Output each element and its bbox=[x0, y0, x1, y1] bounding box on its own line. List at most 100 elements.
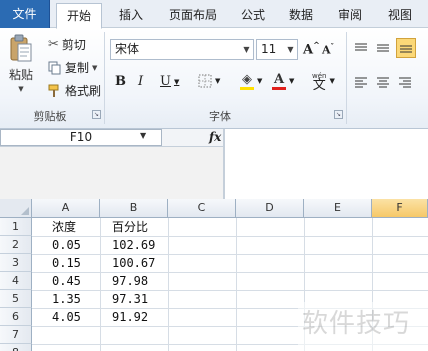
borders-button[interactable]: ▼ bbox=[198, 74, 220, 88]
cell-b1[interactable]: 百分比 bbox=[100, 218, 148, 236]
italic-button[interactable]: I bbox=[138, 74, 143, 89]
tab-page-layout[interactable]: 页面布局 bbox=[162, 3, 224, 28]
font-color-icon: A bbox=[272, 72, 286, 90]
cell-b3[interactable]: 100.67 bbox=[100, 254, 155, 272]
insert-function-icon[interactable]: fx bbox=[209, 130, 221, 144]
underline-dropdown-icon[interactable]: ▼ bbox=[174, 78, 179, 86]
font-name-value: 宋体 bbox=[115, 42, 140, 56]
scissors-icon: ✂ bbox=[48, 37, 59, 52]
watermark: 软件技巧 bbox=[302, 309, 411, 339]
gridline bbox=[32, 236, 428, 237]
clipboard-dialog-launcher-icon[interactable]: ↘ bbox=[92, 110, 101, 119]
cell-a5[interactable]: 1.35 bbox=[32, 290, 81, 308]
gridline bbox=[32, 272, 428, 273]
font-size-select[interactable]: 11 ▼ bbox=[256, 39, 298, 60]
row-header[interactable]: 5 bbox=[0, 290, 32, 308]
underline-button[interactable]: U ▼ bbox=[160, 74, 179, 89]
gridline bbox=[168, 218, 169, 351]
select-all-button[interactable] bbox=[0, 199, 32, 218]
align-middle-icon bbox=[377, 44, 389, 52]
italic-icon: I bbox=[138, 74, 144, 89]
tab-file[interactable]: 文件 bbox=[0, 0, 50, 28]
align-bottom-icon bbox=[400, 45, 412, 53]
copy-button[interactable]: 复制 ▼ bbox=[48, 59, 97, 76]
row-header[interactable]: 7 bbox=[0, 326, 32, 344]
tab-formulas[interactable]: 公式 bbox=[234, 3, 272, 28]
column-header-e[interactable]: E bbox=[304, 199, 372, 218]
phonetic-icon: wén 文 bbox=[312, 72, 327, 93]
align-top-button[interactable] bbox=[354, 42, 368, 54]
align-right-button[interactable] bbox=[398, 76, 412, 88]
format-painter-label: 格式刷 bbox=[65, 84, 102, 98]
fill-color-button[interactable]: ◈ ▼ bbox=[240, 72, 262, 90]
clipboard-icon bbox=[10, 34, 32, 62]
clipboard-group-label: 剪贴板 bbox=[33, 110, 67, 123]
column-header-b[interactable]: B bbox=[100, 199, 168, 218]
cell-a1[interactable]: 浓度 bbox=[32, 218, 76, 236]
font-size-value: 11 bbox=[261, 42, 277, 56]
grow-font-icon: A^ bbox=[303, 40, 320, 58]
cell-b5[interactable]: 97.31 bbox=[100, 290, 148, 308]
row-header[interactable]: 4 bbox=[0, 272, 32, 290]
name-box[interactable]: F10 bbox=[0, 129, 162, 146]
bold-icon: B bbox=[115, 74, 126, 89]
column-header-c[interactable]: C bbox=[168, 199, 236, 218]
fill-color-dropdown-icon[interactable]: ▼ bbox=[257, 77, 262, 85]
cut-label: 剪切 bbox=[61, 38, 86, 52]
row-header[interactable]: 2 bbox=[0, 236, 32, 254]
align-right-icon bbox=[399, 77, 411, 88]
column-header-a[interactable]: A bbox=[32, 199, 100, 218]
row-header[interactable]: 3 bbox=[0, 254, 32, 272]
align-center-icon bbox=[377, 77, 389, 88]
cell-a2[interactable]: 0.05 bbox=[32, 236, 81, 254]
formula-input[interactable] bbox=[224, 129, 428, 199]
row-header[interactable]: 1 bbox=[0, 218, 32, 236]
tab-insert[interactable]: 插入 bbox=[112, 3, 150, 28]
align-center-button[interactable] bbox=[376, 76, 390, 88]
row-header[interactable]: 8 bbox=[0, 344, 32, 351]
formula-bar: F10 ▼ fx bbox=[0, 129, 428, 199]
grow-font-button[interactable]: A^ bbox=[303, 40, 320, 57]
row-header[interactable]: 6 bbox=[0, 308, 32, 326]
tab-data[interactable]: 数据 bbox=[282, 3, 320, 28]
align-top-icon bbox=[355, 43, 367, 51]
cut-button[interactable]: ✂ 剪切 bbox=[48, 36, 86, 53]
paste-button[interactable]: 粘贴 ▼ bbox=[6, 34, 36, 94]
font-dialog-launcher-icon[interactable]: ↘ bbox=[334, 110, 343, 119]
shrink-font-button[interactable]: Aˇ bbox=[322, 42, 334, 57]
column-header-f[interactable]: F bbox=[372, 199, 428, 218]
copy-dropdown-icon[interactable]: ▼ bbox=[92, 64, 97, 72]
phonetic-dropdown-icon[interactable]: ▼ bbox=[329, 77, 334, 85]
font-color-dropdown-icon[interactable]: ▼ bbox=[289, 77, 294, 85]
font-name-select[interactable]: 宋体 ▼ bbox=[110, 39, 254, 60]
borders-icon bbox=[198, 74, 212, 88]
gridline bbox=[32, 290, 428, 291]
paint-bucket-icon: ◈ bbox=[240, 72, 254, 90]
name-box-value: F10 bbox=[69, 130, 93, 144]
align-middle-button[interactable] bbox=[376, 42, 390, 54]
phonetic-button[interactable]: wén 文 ▼ bbox=[312, 72, 335, 93]
font-group-label: 字体 bbox=[209, 110, 231, 123]
cell-b6[interactable]: 91.92 bbox=[100, 308, 148, 326]
align-left-icon bbox=[355, 77, 367, 88]
cell-b2[interactable]: 102.69 bbox=[100, 236, 155, 254]
column-header-d[interactable]: D bbox=[236, 199, 304, 218]
tab-view[interactable]: 视图 bbox=[381, 3, 419, 28]
cell-a6[interactable]: 4.05 bbox=[32, 308, 81, 326]
cell-a4[interactable]: 0.45 bbox=[32, 272, 81, 290]
bold-button[interactable]: B bbox=[115, 74, 126, 89]
paste-dropdown-icon[interactable]: ▼ bbox=[18, 85, 23, 93]
format-painter-button[interactable]: 格式刷 bbox=[48, 82, 101, 99]
cell-b4[interactable]: 97.98 bbox=[100, 272, 148, 290]
chevron-down-icon: ▼ bbox=[287, 45, 294, 54]
tab-home[interactable]: 开始 bbox=[56, 3, 102, 29]
align-bottom-button[interactable] bbox=[396, 38, 416, 58]
align-left-button[interactable] bbox=[354, 76, 368, 88]
chevron-down-icon[interactable]: ▼ bbox=[140, 131, 146, 140]
group-divider bbox=[104, 32, 105, 124]
borders-dropdown-icon[interactable]: ▼ bbox=[215, 77, 220, 85]
tab-review[interactable]: 审阅 bbox=[331, 3, 369, 28]
cell-a3[interactable]: 0.15 bbox=[32, 254, 81, 272]
font-color-button[interactable]: A ▼ bbox=[272, 72, 294, 90]
gridline bbox=[236, 218, 237, 351]
